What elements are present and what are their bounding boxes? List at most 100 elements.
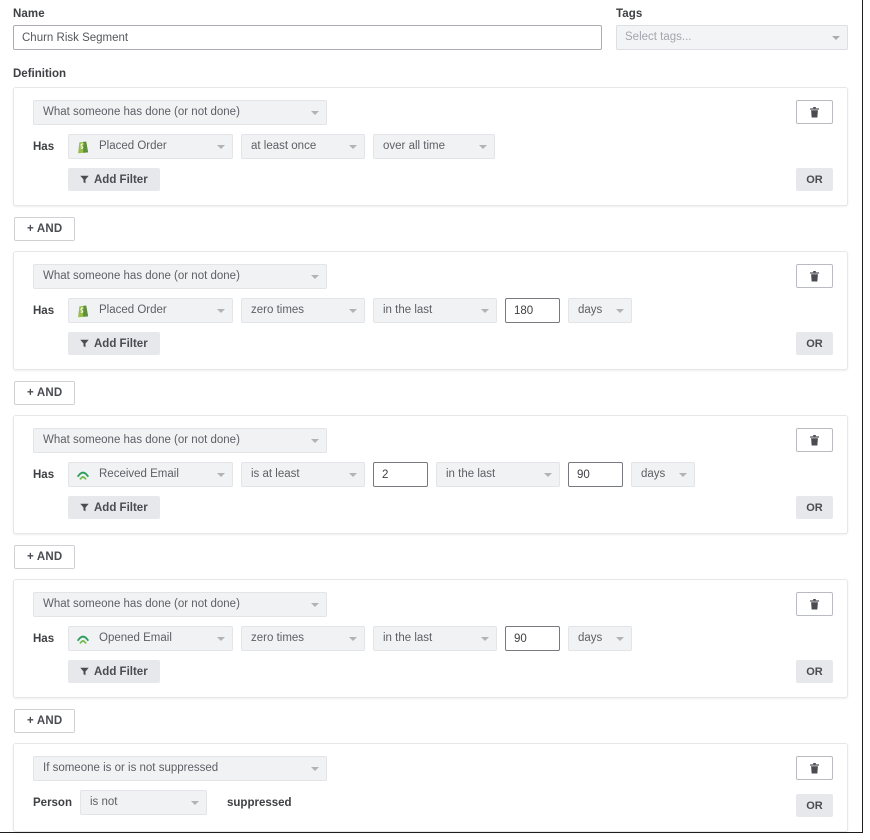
metric-select[interactable]: Placed Order [68, 298, 233, 323]
delete-condition-button[interactable] [796, 264, 833, 288]
klaviyo-icon [76, 632, 90, 646]
condition-type-select[interactable]: What someone has done (or not done) [33, 428, 327, 453]
add-and-button[interactable]: + AND [14, 545, 75, 569]
or-button[interactable]: OR [796, 660, 833, 683]
operator-select[interactable]: zero times [241, 298, 365, 323]
trash-icon [810, 107, 819, 118]
chevron-down-icon [311, 603, 319, 607]
metric-select[interactable]: Opened Email [68, 626, 233, 651]
condition-type-select[interactable]: If someone is or is not suppressed [33, 756, 327, 781]
operator-select[interactable]: at least once [241, 134, 365, 159]
delete-condition-button[interactable] [796, 428, 833, 452]
metric-select[interactable]: Received Email [68, 462, 233, 487]
condition-filter-row: Has Opened Email zero times in the last [14, 626, 847, 651]
timeframe-select[interactable]: in the last [373, 626, 497, 651]
chevron-down-icon [217, 473, 225, 477]
metric-value: Opened Email [99, 632, 172, 644]
timeframe-value-input[interactable] [505, 626, 560, 651]
chevron-down-icon [191, 801, 199, 805]
trash-icon [810, 435, 819, 446]
chevron-down-icon [479, 145, 487, 149]
chevron-down-icon [616, 637, 624, 641]
shopify-icon [76, 140, 90, 154]
timeframe-unit-value: days [578, 304, 602, 316]
timeframe-select[interactable]: over all time [373, 134, 495, 159]
add-and-wrap: + AND [0, 832, 862, 840]
add-and-button[interactable]: + AND [14, 381, 75, 405]
tags-select[interactable]: Select tags... [616, 25, 848, 50]
add-and-button[interactable]: + AND [14, 709, 75, 733]
add-filter-label: Add Filter [94, 338, 148, 350]
operator-value: at least once [251, 140, 316, 152]
timeframe-unit-select[interactable]: days [568, 626, 632, 651]
metric-value: Placed Order [99, 304, 167, 316]
add-and-button[interactable]: + AND [14, 217, 75, 241]
tags-placeholder: Select tags... [625, 31, 691, 43]
add-filter-button[interactable]: Add Filter [68, 332, 160, 355]
chevron-down-icon [311, 767, 319, 771]
funnel-icon [80, 503, 89, 512]
condition-card: What someone has done (or not done) Has … [13, 415, 848, 534]
condition-filter-row: Person is not suppressed [14, 790, 847, 815]
add-filter-label: Add Filter [94, 174, 148, 186]
or-button[interactable]: OR [796, 168, 833, 191]
panel-right-border [862, 0, 863, 833]
funnel-icon [80, 175, 89, 184]
operator-select[interactable]: is at least [241, 462, 365, 487]
delete-condition-button[interactable] [796, 100, 833, 124]
chevron-down-icon [349, 145, 357, 149]
metric-select[interactable]: Placed Order [68, 134, 233, 159]
condition-type-select[interactable]: What someone has done (or not done) [33, 100, 327, 125]
timeframe-value-input[interactable] [568, 462, 623, 487]
or-button[interactable]: OR [796, 496, 833, 519]
or-button[interactable]: OR [796, 794, 833, 817]
funnel-icon [80, 667, 89, 676]
timeframe-value-input[interactable] [505, 298, 560, 323]
chevron-down-icon [481, 637, 489, 641]
has-label: Has [33, 141, 68, 153]
klaviyo-icon [76, 468, 90, 482]
chevron-down-icon [679, 473, 687, 477]
timeframe-value: over all time [383, 140, 445, 152]
operator-value-input[interactable] [373, 462, 428, 487]
timeframe-select[interactable]: in the last [436, 462, 560, 487]
name-label: Name [13, 8, 602, 20]
timeframe-unit-select[interactable]: days [631, 462, 695, 487]
tags-field-group: Tags Select tags... [616, 8, 848, 50]
timeframe-unit-select[interactable]: days [568, 298, 632, 323]
timeframe-value: in the last [383, 632, 432, 644]
condition-type-select[interactable]: What someone has done (or not done) [33, 264, 327, 289]
suppression-operator-value: is not [90, 796, 118, 808]
segment-name-input[interactable] [13, 25, 602, 50]
delete-condition-button[interactable] [796, 592, 833, 616]
chevron-down-icon [311, 439, 319, 443]
delete-condition-button[interactable] [796, 756, 833, 780]
add-filter-button[interactable]: Add Filter [68, 660, 160, 683]
chevron-down-icon [544, 473, 552, 477]
condition-type-value: What someone has done (or not done) [43, 270, 240, 282]
timeframe-select[interactable]: in the last [373, 298, 497, 323]
condition-card: What someone has done (or not done) Has … [13, 579, 848, 698]
name-field-group: Name [13, 8, 602, 50]
condition-type-row: What someone has done (or not done) [14, 592, 847, 617]
condition-type-select[interactable]: What someone has done (or not done) [33, 592, 327, 617]
definition-label: Definition [0, 50, 862, 87]
chevron-down-icon [349, 637, 357, 641]
chevron-down-icon [217, 309, 225, 313]
suppression-operator-select[interactable]: is not [80, 790, 207, 815]
chevron-down-icon [349, 309, 357, 313]
condition-type-value: What someone has done (or not done) [43, 598, 240, 610]
condition-type-row: What someone has done (or not done) [14, 100, 847, 125]
add-and-wrap: + AND [0, 370, 862, 415]
operator-select[interactable]: zero times [241, 626, 365, 651]
suppressed-label: suppressed [227, 797, 292, 809]
timeframe-value: in the last [383, 304, 432, 316]
condition-card: What someone has done (or not done) Has … [13, 87, 848, 206]
condition-filter-row: Has Placed Order zero times in the last [14, 298, 847, 323]
operator-value: zero times [251, 632, 304, 644]
chevron-down-icon [832, 36, 840, 40]
add-filter-button[interactable]: Add Filter [68, 496, 160, 519]
add-filter-button[interactable]: Add Filter [68, 168, 160, 191]
or-button[interactable]: OR [796, 332, 833, 355]
operator-value: is at least [251, 468, 300, 480]
